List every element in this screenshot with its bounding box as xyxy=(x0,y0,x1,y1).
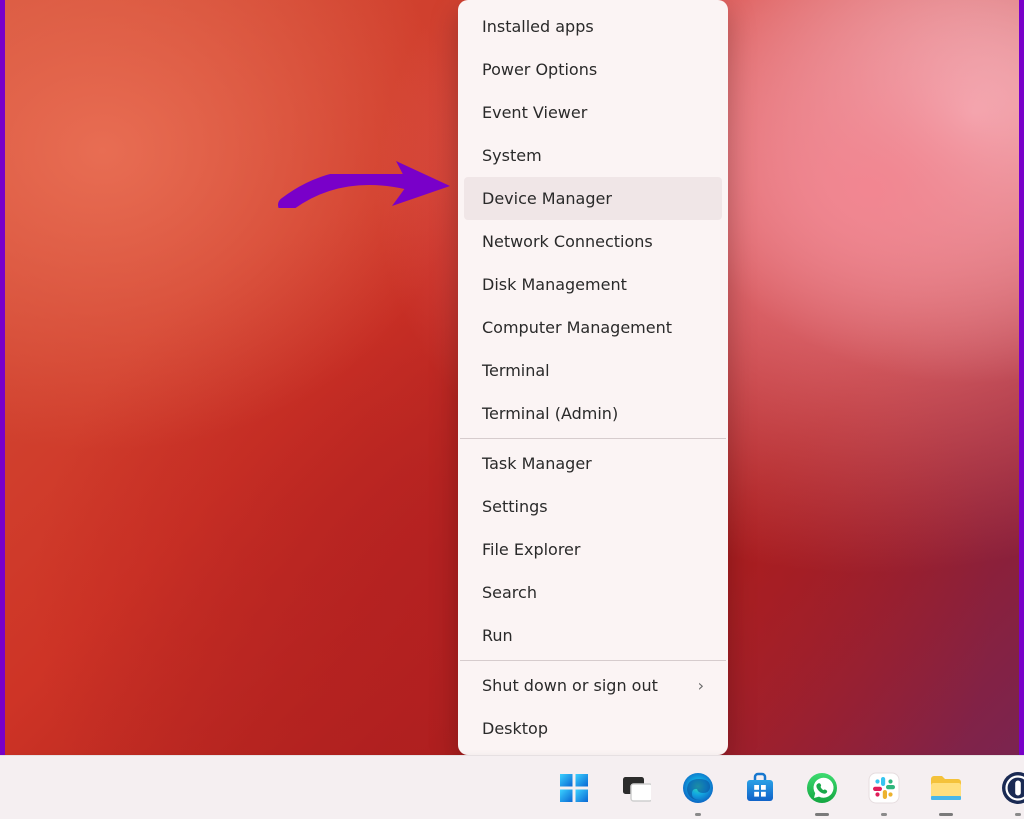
menu-item-device-manager[interactable]: Device Manager xyxy=(464,177,722,220)
menu-item-label: Settings xyxy=(482,497,548,516)
store-icon xyxy=(744,772,776,804)
menu-item-label: Terminal xyxy=(482,361,550,380)
menu-item-file-explorer[interactable]: File Explorer xyxy=(464,528,722,571)
menu-item-label: Shut down or sign out xyxy=(482,676,658,695)
annotation-frame-right xyxy=(1019,0,1024,819)
slack-icon xyxy=(868,772,900,804)
task-view-icon xyxy=(621,773,651,803)
menu-item-terminal[interactable]: Terminal xyxy=(464,349,722,392)
menu-item-label: System xyxy=(482,146,542,165)
edge-icon xyxy=(681,771,715,805)
menu-item-label: File Explorer xyxy=(482,540,580,559)
menu-item-system[interactable]: System xyxy=(464,134,722,177)
menu-item-power-options[interactable]: Power Options xyxy=(464,48,722,91)
menu-item-event-viewer[interactable]: Event Viewer xyxy=(464,91,722,134)
menu-item-label: Network Connections xyxy=(482,232,653,251)
menu-item-search[interactable]: Search xyxy=(464,571,722,614)
menu-item-network-connections[interactable]: Network Connections xyxy=(464,220,722,263)
menu-item-shutdown-signout[interactable]: Shut down or sign out › xyxy=(464,664,722,707)
menu-item-label: Disk Management xyxy=(482,275,627,294)
winx-context-menu: Installed apps Power Options Event Viewe… xyxy=(458,0,728,755)
menu-item-label: Computer Management xyxy=(482,318,672,337)
menu-item-label: Search xyxy=(482,583,537,602)
menu-item-terminal-admin[interactable]: Terminal (Admin) xyxy=(464,392,722,435)
menu-item-desktop[interactable]: Desktop xyxy=(464,707,722,750)
menu-separator xyxy=(460,660,726,661)
menu-item-disk-management[interactable]: Disk Management xyxy=(464,263,722,306)
menu-item-run[interactable]: Run xyxy=(464,614,722,657)
menu-item-label: Event Viewer xyxy=(482,103,587,122)
whatsapp-icon xyxy=(805,771,839,805)
chevron-right-icon: › xyxy=(698,676,704,695)
windows-start-icon xyxy=(559,773,589,803)
menu-item-label: Task Manager xyxy=(482,454,592,473)
onepassword-icon xyxy=(1001,771,1024,805)
whatsapp-button[interactable] xyxy=(798,764,846,812)
file-explorer-button[interactable] xyxy=(922,764,970,812)
menu-item-installed-apps[interactable]: Installed apps xyxy=(464,5,722,48)
annotation-frame-left xyxy=(0,0,5,819)
start-button[interactable] xyxy=(550,764,598,812)
menu-item-label: Desktop xyxy=(482,719,548,738)
menu-item-label: Installed apps xyxy=(482,17,594,36)
menu-item-label: Device Manager xyxy=(482,189,612,208)
menu-item-task-manager[interactable]: Task Manager xyxy=(464,442,722,485)
taskbar xyxy=(0,755,1024,819)
menu-item-label: Power Options xyxy=(482,60,597,79)
menu-item-label: Run xyxy=(482,626,513,645)
edge-button[interactable] xyxy=(674,764,722,812)
file-explorer-icon xyxy=(929,773,963,803)
menu-item-label: Terminal (Admin) xyxy=(482,404,618,423)
menu-item-computer-management[interactable]: Computer Management xyxy=(464,306,722,349)
menu-item-settings[interactable]: Settings xyxy=(464,485,722,528)
slack-button[interactable] xyxy=(860,764,908,812)
onepassword-button[interactable] xyxy=(994,764,1024,812)
taskbar-pinned-apps xyxy=(548,756,1024,819)
microsoft-store-button[interactable] xyxy=(736,764,784,812)
menu-separator xyxy=(460,438,726,439)
task-view-button[interactable] xyxy=(612,764,660,812)
